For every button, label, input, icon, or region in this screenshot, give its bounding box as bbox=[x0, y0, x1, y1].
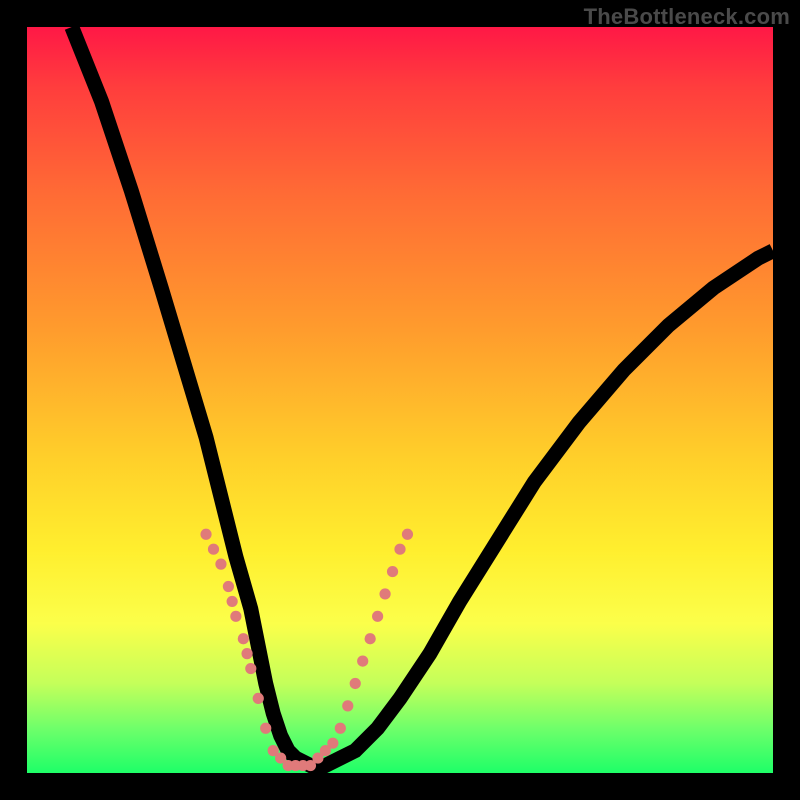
data-point bbox=[350, 678, 361, 689]
data-point bbox=[241, 648, 252, 659]
bottleneck-curve bbox=[72, 27, 773, 766]
chart-frame: TheBottleneck.com bbox=[0, 0, 800, 800]
data-point bbox=[335, 723, 346, 734]
data-point bbox=[342, 700, 353, 711]
data-point bbox=[379, 588, 390, 599]
data-point bbox=[372, 611, 383, 622]
data-point bbox=[387, 566, 398, 577]
chart-overlay bbox=[27, 27, 773, 773]
data-point bbox=[357, 656, 368, 667]
data-point bbox=[245, 663, 256, 674]
data-point bbox=[327, 738, 338, 749]
data-point bbox=[253, 693, 264, 704]
data-point bbox=[394, 544, 405, 555]
watermark-text: TheBottleneck.com bbox=[584, 4, 790, 30]
data-point bbox=[208, 544, 219, 555]
data-point bbox=[230, 611, 241, 622]
data-point bbox=[260, 723, 271, 734]
data-point bbox=[365, 633, 376, 644]
data-point bbox=[223, 581, 234, 592]
data-point bbox=[215, 559, 226, 570]
data-point bbox=[227, 596, 238, 607]
data-point bbox=[238, 633, 249, 644]
data-point bbox=[200, 529, 211, 540]
data-point bbox=[402, 529, 413, 540]
